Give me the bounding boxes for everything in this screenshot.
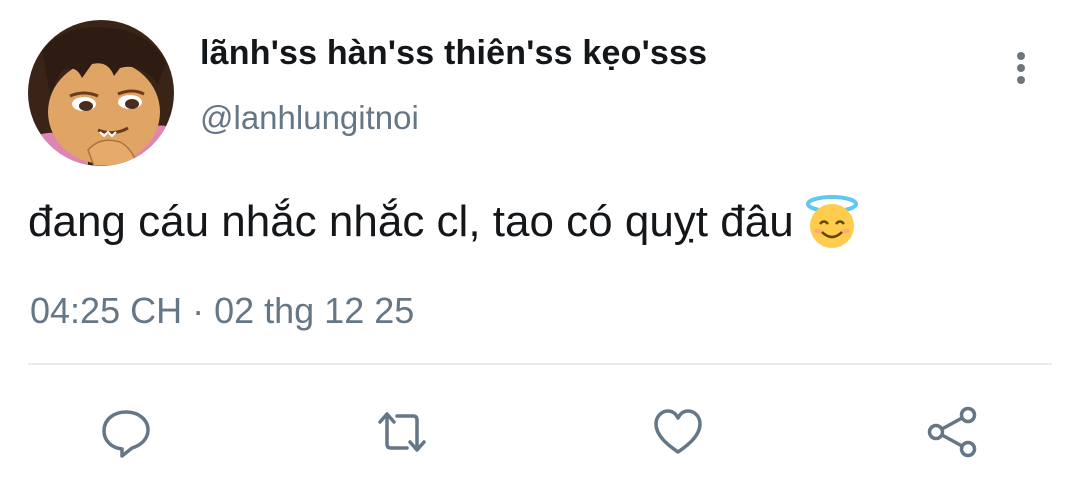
smiling-face-with-halo-icon xyxy=(805,195,858,248)
divider xyxy=(28,363,1052,365)
tweet-text-content: đang cáu nhắc nhắc cl, tao có quỵt đâu xyxy=(28,197,794,246)
display-name[interactable]: lãnh'ss hàn'ss thiên'ss kẹo'sss xyxy=(200,34,707,73)
avatar[interactable] xyxy=(28,20,174,166)
reply-icon xyxy=(102,410,150,458)
share-button[interactable] xyxy=(922,402,982,462)
tweet-text: đang cáu nhắc nhắc cl, tao có quỵt đâu xyxy=(28,194,860,250)
more-vertical-icon[interactable] xyxy=(1004,48,1038,88)
avatar-image xyxy=(28,20,174,166)
reply-button[interactable] xyxy=(96,402,156,462)
tweet-timestamp[interactable]: 04:25 CH · 02 thg 12 25 xyxy=(30,290,414,332)
like-button[interactable] xyxy=(648,402,708,462)
retweet-icon xyxy=(378,412,426,452)
share-icon xyxy=(927,406,977,458)
heart-icon xyxy=(654,409,702,454)
retweet-button[interactable] xyxy=(372,402,432,462)
user-handle[interactable]: @lanhlungitnoi xyxy=(200,99,419,137)
